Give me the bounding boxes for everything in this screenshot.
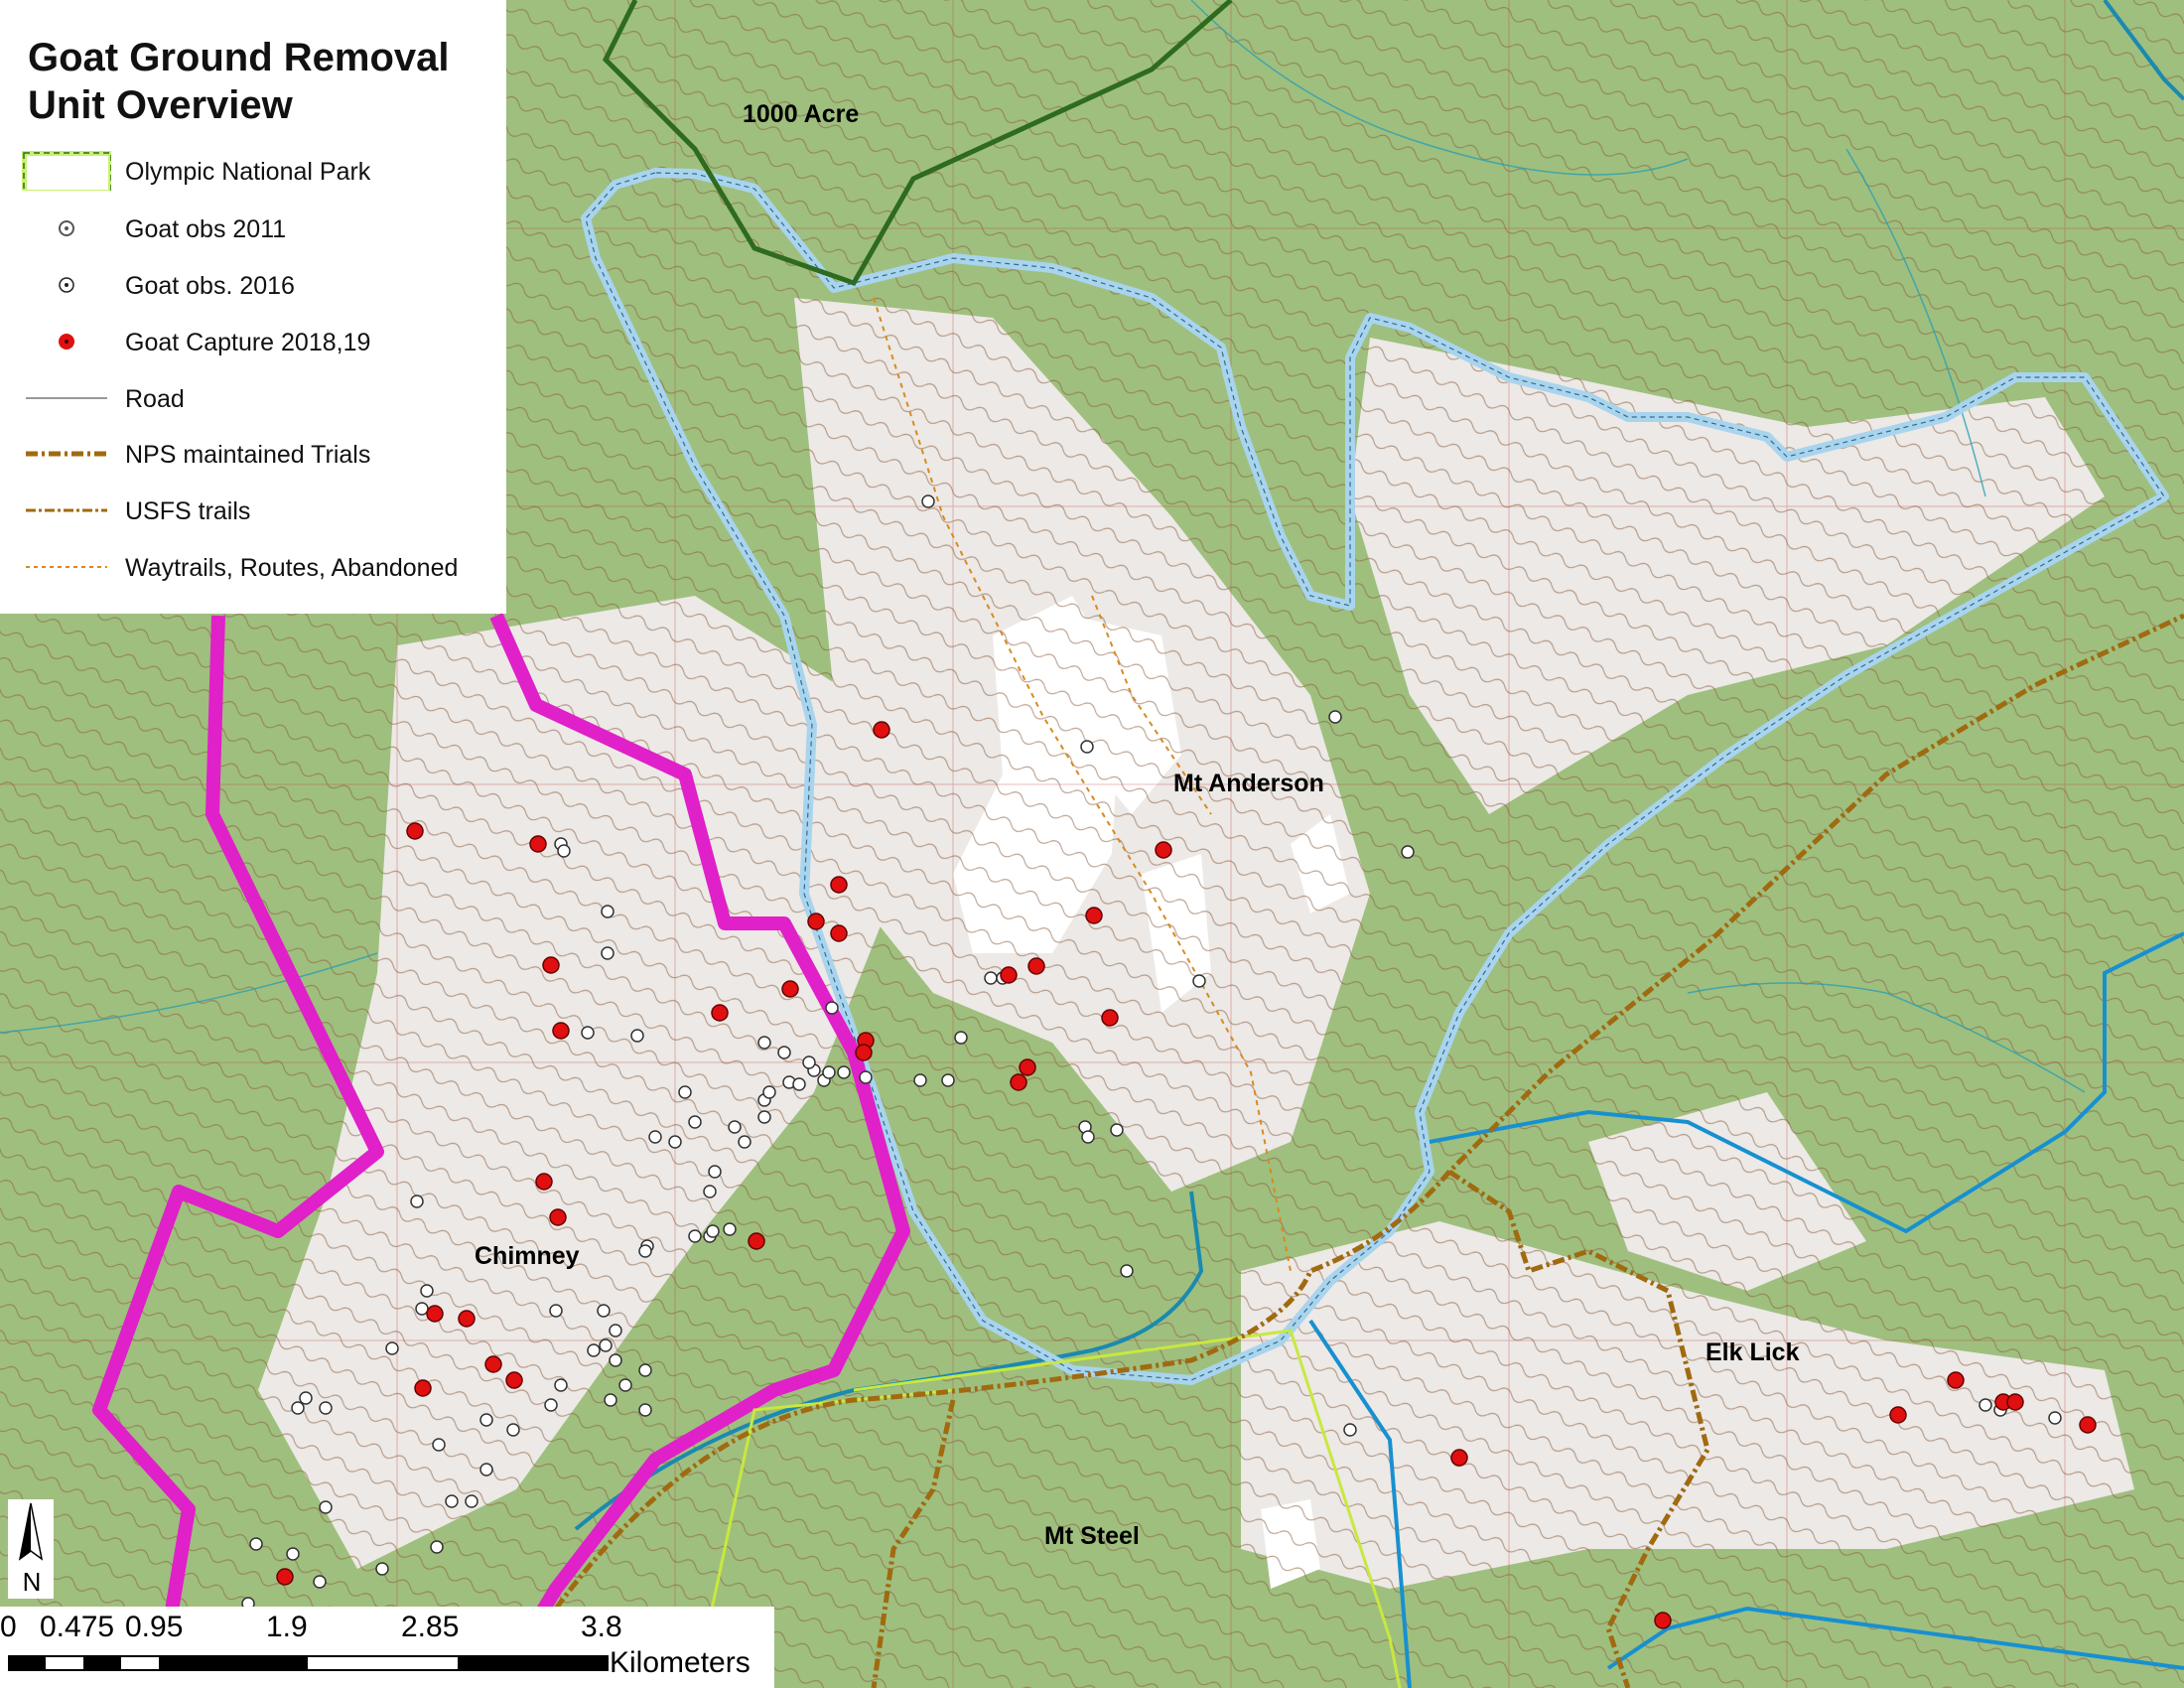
legend-label-waytrail: Waytrails, Routes, Abandoned <box>125 554 459 582</box>
usfs-trail-icon <box>26 508 107 512</box>
waytrail-icon <box>26 566 107 568</box>
legend-item-nps-trail: NPS maintained Trials <box>22 434 498 474</box>
label-1000-acre: 1000 Acre <box>743 100 860 128</box>
legend-label-obs-2011: Goat obs 2011 <box>125 215 287 243</box>
scale-tick-3: 1.9 <box>266 1611 308 1643</box>
north-arrow-label: N <box>23 1567 42 1597</box>
label-chimney: Chimney <box>475 1242 580 1270</box>
north-arrow: N <box>8 1499 54 1599</box>
scale-tick-1: 0.475 <box>40 1611 115 1643</box>
legend-item-waytrail: Waytrails, Routes, Abandoned <box>22 547 498 587</box>
legend-label-road: Road <box>125 385 185 413</box>
nps-trail-icon <box>26 451 107 457</box>
scale-tick-2: 0.95 <box>125 1611 184 1643</box>
legend-label-park: Olympic National Park <box>125 158 371 186</box>
north-arrow-icon: N <box>18 1502 44 1597</box>
legend-label-obs-2016: Goat obs. 2016 <box>125 272 295 300</box>
goat-capture-icon <box>59 334 74 350</box>
scale-bar-graphic <box>8 1655 609 1671</box>
map-legend: Goat Ground Removal Unit Overview Olympi… <box>0 0 506 614</box>
park-boundary-icon <box>22 151 111 191</box>
legend-item-obs-2016: Goat obs. 2016 <box>22 265 498 305</box>
legend-item-capture: Goat Capture 2018,19 <box>22 322 498 361</box>
scale-tick-4: 2.85 <box>401 1611 460 1643</box>
label-mt-anderson: Mt Anderson <box>1173 770 1324 797</box>
road-icon <box>26 397 107 399</box>
goat-obs-2016-icon <box>59 277 74 293</box>
scale-tick-0: 0 <box>0 1611 17 1643</box>
legend-item-usfs-trail: USFS trails <box>22 491 498 530</box>
legend-title: Goat Ground Removal Unit Overview <box>28 36 450 127</box>
scale-tick-5: 3.8 <box>581 1611 622 1643</box>
scale-bar: 0 0.475 0.95 1.9 2.85 3.8 Kilometers <box>0 1607 774 1688</box>
goat-obs-2011-icon <box>59 220 74 236</box>
legend-item-obs-2011: Goat obs 2011 <box>22 209 498 248</box>
legend-label-nps-trail: NPS maintained Trials <box>125 441 371 469</box>
legend-item-road: Road <box>22 378 498 418</box>
label-mt-steel: Mt Steel <box>1044 1522 1140 1550</box>
legend-label-usfs-trail: USFS trails <box>125 497 251 525</box>
legend-label-capture: Goat Capture 2018,19 <box>125 329 371 356</box>
scale-units: Kilometers <box>610 1646 751 1679</box>
label-elk-lick: Elk Lick <box>1706 1338 1800 1366</box>
legend-item-park: Olympic National Park <box>22 151 498 191</box>
